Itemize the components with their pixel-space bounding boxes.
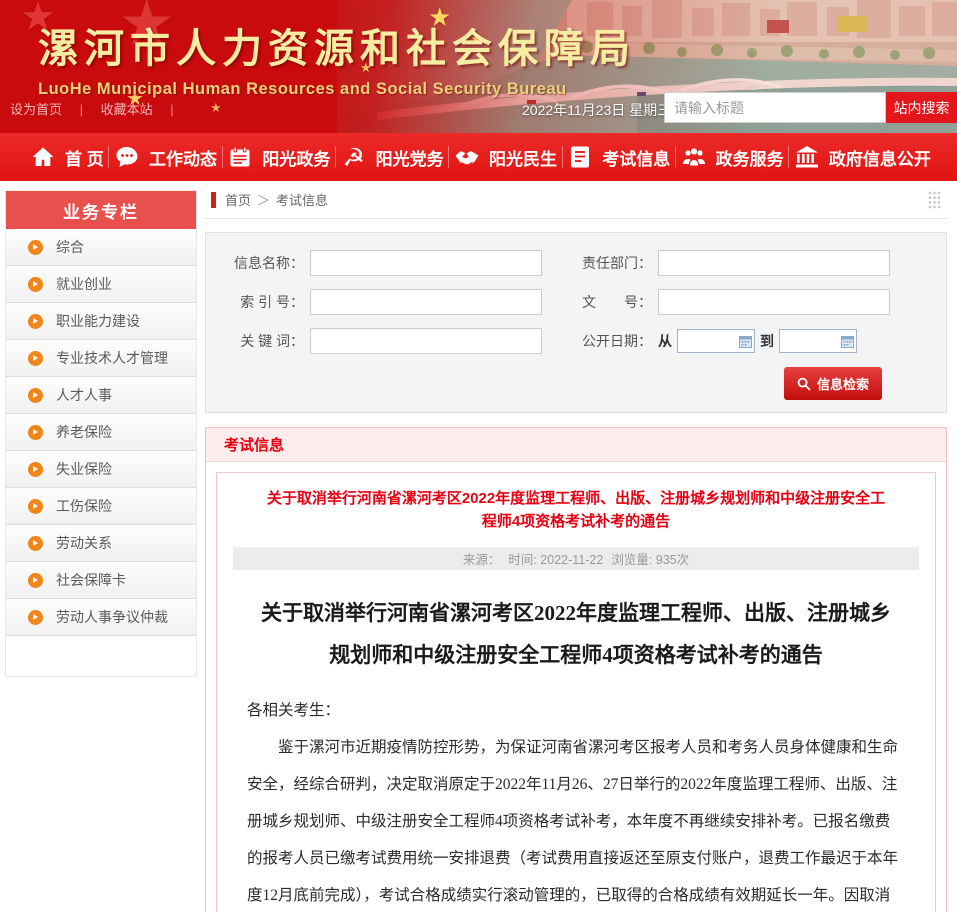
arrow-bullet-icon: [28, 462, 43, 477]
arrow-bullet-icon: [28, 425, 43, 440]
sidebar-item-employment[interactable]: 就业创业: [6, 266, 196, 303]
arrow-bullet-icon: [28, 240, 43, 255]
arrow-bullet-icon: [28, 314, 43, 329]
favorite-link[interactable]: 收藏本站: [101, 102, 153, 117]
index-no-label: 索 引 号：: [222, 292, 304, 312]
chat-bubble-icon: [114, 144, 140, 170]
dept-label: 责任部门：: [570, 253, 652, 273]
nav-item-home[interactable]: 首 页: [30, 144, 104, 170]
exam-info-section: 考试信息 关于取消举行河南省漯河考区2022年度监理工程师、出版、注册城乡规划师…: [205, 427, 947, 912]
nav-item-party-affairs[interactable]: ☭ 阳光党务: [341, 144, 444, 170]
calendar-icon: [227, 144, 253, 170]
set-home-link[interactable]: 设为首页: [10, 102, 62, 117]
arrow-bullet-icon: [28, 388, 43, 403]
arrow-bullet-icon: [28, 573, 43, 588]
calendar-small-icon: [841, 335, 854, 348]
arrow-bullet-icon: [28, 499, 43, 514]
date-to-label: 到: [760, 331, 774, 351]
arrow-bullet-icon: [28, 536, 43, 551]
nav-item-livelihood[interactable]: 阳光民生: [454, 144, 557, 170]
arrow-bullet-icon: [28, 610, 43, 625]
article-meta: 来源： 时间: 2022-11-22 浏览量: 935次: [233, 547, 919, 570]
bank-building-icon: [794, 144, 820, 170]
article-box: 关于取消举行河南省漯河考区2022年度监理工程师、出版、注册城乡规划师和中级注册…: [216, 472, 936, 912]
index-no-input[interactable]: [310, 289, 542, 315]
sidebar-title[interactable]: 业务专栏: [6, 191, 196, 229]
hammer-sickle-icon: ☭: [341, 144, 367, 170]
nav-item-gov-services[interactable]: 政务服务: [681, 144, 784, 170]
sidebar-item-labor-arbitration[interactable]: 劳动人事争议仲裁: [6, 599, 196, 636]
calendar-small-icon: [739, 335, 752, 348]
arrow-bullet-icon: [28, 351, 43, 366]
meta-source: 来源：: [463, 549, 501, 568]
nav-item-gov-affairs[interactable]: 阳光政务: [227, 144, 330, 170]
section-header: 考试信息: [206, 428, 946, 462]
article-heading: 关于取消举行河南省漯河考区2022年度监理工程师、出版、注册城乡规划师和中级注册…: [233, 592, 919, 676]
date-from-label: 从: [658, 331, 672, 351]
keyword-input[interactable]: [310, 328, 542, 354]
main-nav: 首 页 工作动态 阳光政务 ☭ 阳光党务 阳光民生: [0, 133, 957, 181]
section-title: 考试信息: [224, 434, 284, 455]
meta-time: 时间: 2022-11-22: [508, 549, 603, 568]
magnifier-icon: [797, 377, 811, 391]
info-name-label: 信息名称：: [222, 253, 304, 273]
doc-no-input[interactable]: [658, 289, 890, 315]
top-links: 设为首页 | 收藏本站 |: [10, 99, 188, 118]
sidebar-item-work-injury[interactable]: 工伤保险: [6, 488, 196, 525]
home-icon: [30, 144, 56, 170]
nav-item-info-disclosure[interactable]: 政府信息公开: [794, 144, 931, 170]
site-banner: ★ ★ ★ ★ ★ ★ ★ 漯河市人力资源和社会保障局 LuoHe Munici…: [0, 0, 957, 133]
handshake-icon: [454, 144, 480, 170]
sidebar: 业务专栏 综合 就业创业 职业能力建设 专业技术人才管理 人才人事 养老保险: [5, 190, 197, 677]
sidebar-item-professional-talent[interactable]: 专业技术人才管理: [6, 340, 196, 377]
info-search-button[interactable]: 信息检索: [784, 367, 882, 400]
article-body: 各相关考生： 鉴于漯河市近期疫情防控形势，为保证河南省漯河考区报考人员和考务人员…: [233, 692, 919, 912]
dept-input[interactable]: [658, 250, 890, 276]
grid-dots-icon[interactable]: [928, 191, 941, 214]
keyword-label: 关 键 词：: [222, 331, 304, 351]
date-from-input[interactable]: [677, 329, 755, 353]
nav-item-exam-info[interactable]: 考试信息: [567, 144, 670, 170]
info-name-input[interactable]: [310, 250, 542, 276]
article-title-link[interactable]: 关于取消举行河南省漯河考区2022年度监理工程师、出版、注册城乡规划师和中级注册…: [233, 487, 919, 534]
site-search-button[interactable]: 站内搜索: [886, 92, 957, 123]
breadcrumb: 首页 ＞ 考试信息: [205, 181, 947, 219]
site-title: 漯河市人力资源和社会保障局: [38, 16, 636, 74]
doc-no-label: 文 号：: [570, 292, 652, 312]
sidebar-item-vocational[interactable]: 职业能力建设: [6, 303, 196, 340]
meta-views: 浏览量: 935次: [611, 549, 689, 568]
page: ★ ★ ★ ★ ★ ★ ★ 漯河市人力资源和社会保障局 LuoHe Munici…: [0, 0, 957, 912]
current-date: 2022年11月23日 星期三: [522, 100, 671, 120]
breadcrumb-home[interactable]: 首页: [225, 190, 251, 209]
open-date-label: 公开日期：: [570, 331, 652, 351]
salutation: 各相关考生：: [247, 692, 905, 729]
arrow-bullet-icon: [28, 277, 43, 292]
breadcrumb-marker: [211, 192, 216, 208]
sidebar-item-unemployment[interactable]: 失业保险: [6, 451, 196, 488]
sidebar-item-general[interactable]: 综合: [6, 229, 196, 266]
site-search: 站内搜索: [664, 92, 957, 123]
nav-item-news[interactable]: 工作动态: [114, 144, 217, 170]
sidebar-item-social-security-card[interactable]: 社会保障卡: [6, 562, 196, 599]
breadcrumb-current: 考试信息: [276, 190, 328, 209]
people-group-icon: [681, 144, 707, 170]
sidebar-item-personnel[interactable]: 人才人事: [6, 377, 196, 414]
article-paragraph: 鉴于漯河市近期疫情防控形势，为保证河南省漯河考区报考人员和考务人员身体健康和生命…: [247, 729, 905, 912]
info-query-form: 信息名称： 责任部门： 索 引 号： 文 号：: [205, 232, 947, 413]
sidebar-item-pension[interactable]: 养老保险: [6, 414, 196, 451]
sidebar-item-labor-relations[interactable]: 劳动关系: [6, 525, 196, 562]
site-search-input[interactable]: [664, 92, 886, 123]
date-to-input[interactable]: [779, 329, 857, 353]
document-icon: [567, 144, 593, 170]
